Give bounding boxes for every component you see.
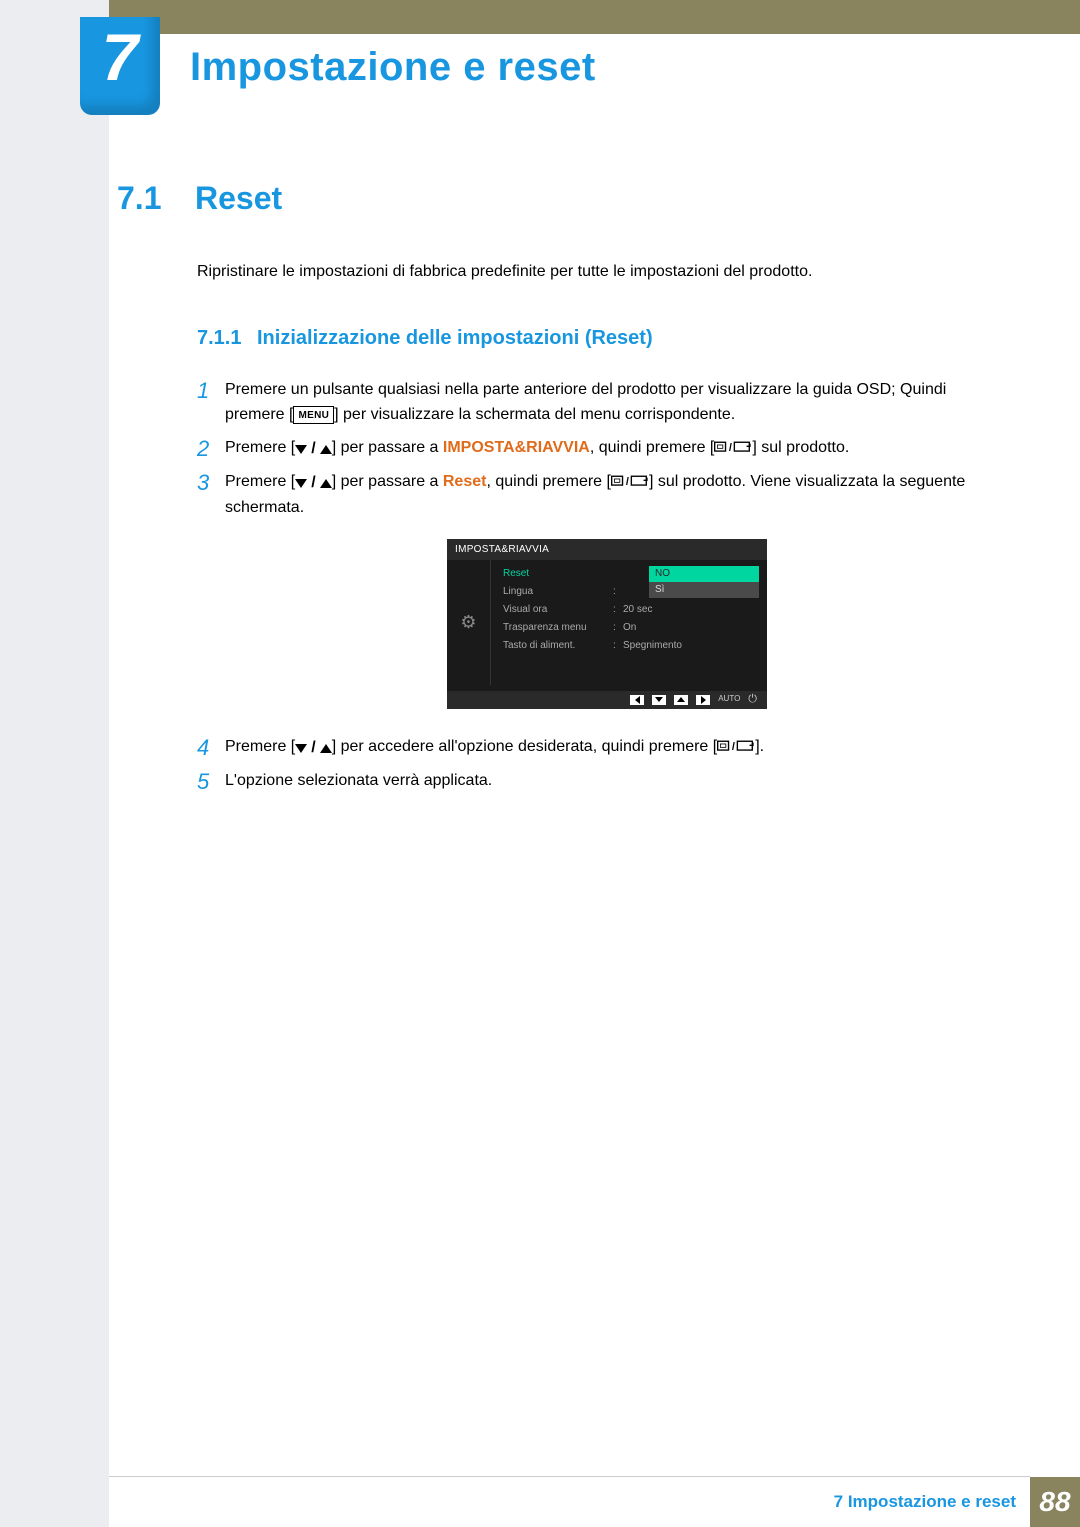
down-up-arrow-icon: / — [295, 471, 331, 496]
highlight-reset: Reset — [443, 473, 487, 490]
nav-left-icon — [630, 695, 644, 705]
step-text: ]. — [755, 738, 764, 755]
step-number: 2 — [197, 436, 225, 462]
section-number: 7.1 — [117, 180, 195, 217]
subsection-title: Inizializzazione delle impostazioni (Res… — [257, 327, 653, 349]
osd-value: Spegnimento — [623, 638, 757, 654]
step-number: 3 — [197, 470, 225, 727]
step-text: ] per passare a — [332, 439, 443, 456]
step-1: 1 Premere un pulsante qualsiasi nella pa… — [197, 378, 989, 428]
intro-text: Ripristinare le impostazioni di fabbrica… — [197, 263, 989, 281]
step-text: ] per accedere all'opzione desiderata, q… — [332, 738, 718, 755]
nav-down-icon — [652, 695, 666, 705]
step-text: ] sul prodotto. — [752, 439, 849, 456]
osd-option-popup: NO Sì — [649, 566, 759, 598]
osd-label: Tasto di aliment. — [503, 638, 613, 654]
footer-text: 7 Impostazione e reset — [109, 1477, 1030, 1527]
svg-text:/: / — [626, 476, 629, 488]
power-icon: ⏻ — [748, 691, 757, 708]
osd-label: Trasparenza menu — [503, 620, 613, 636]
steps-list: 1 Premere un pulsante qualsiasi nella pa… — [197, 378, 989, 795]
step-text: , quindi premere [ — [486, 473, 611, 490]
step-text: Premere [ — [225, 738, 295, 755]
step-text: Premere [ — [225, 473, 295, 490]
osd-row: Visual ora:20 sec — [503, 601, 757, 619]
osd-row: Tasto di aliment.:Spegnimento — [503, 637, 757, 655]
enter-source-icon: / — [717, 739, 755, 753]
down-up-arrow-icon: / — [295, 736, 331, 761]
step-body: Premere [/] per passare a IMPOSTA&RIAVVI… — [225, 436, 989, 462]
content-area: 7.1Reset Ripristinare le impostazioni di… — [109, 180, 989, 803]
section-title: Reset — [195, 180, 282, 216]
chapter-title: Impostazione e reset — [190, 45, 596, 90]
svg-text:/: / — [732, 741, 735, 753]
osd-screenshot: IMPOSTA&RIAVVIA ⚙ Reset Lingua: Visual o… — [447, 539, 767, 709]
highlight-imposta: IMPOSTA&RIAVVIA — [443, 439, 590, 456]
osd-label: Reset — [503, 566, 613, 582]
step-number: 1 — [197, 378, 225, 428]
gear-icon: ⚙ — [460, 609, 476, 637]
osd-title: IMPOSTA&RIAVVIA — [447, 539, 767, 561]
step-text: Premere [ — [225, 439, 295, 456]
step-text: , quindi premere [ — [590, 439, 715, 456]
osd-label: Lingua — [503, 584, 613, 600]
enter-source-icon: / — [714, 440, 752, 454]
osd-menu: Reset Lingua: Visual ora:20 sec Traspare… — [491, 560, 767, 685]
osd-value: 20 sec — [623, 602, 757, 618]
chapter-number-badge: 7 — [80, 17, 160, 115]
auto-label: AUTO — [718, 693, 740, 705]
step-text: ] per visualizzare la schermata del menu… — [334, 406, 735, 423]
down-up-arrow-icon: / — [295, 437, 331, 462]
step-text: ] per passare a — [332, 473, 443, 490]
osd-side-icon: ⚙ — [447, 560, 491, 685]
nav-up-icon — [674, 695, 688, 705]
step-3: 3 Premere [/] per passare a Reset, quind… — [197, 470, 989, 727]
svg-text:/: / — [729, 442, 732, 454]
page-footer: 7 Impostazione e reset 88 — [109, 1477, 1080, 1527]
step-4: 4 Premere [/] per accedere all'opzione d… — [197, 735, 989, 761]
step-body: L'opzione selezionata verrà applicata. — [225, 769, 989, 795]
top-bar — [109, 0, 1080, 34]
osd-row: Trasparenza menu:On — [503, 619, 757, 637]
osd-footer: AUTO ⏻ — [447, 691, 767, 709]
subsection-number: 7.1.1 — [197, 327, 257, 350]
step-2: 2 Premere [/] per passare a IMPOSTA&RIAV… — [197, 436, 989, 462]
osd-option-si: Sì — [649, 582, 759, 598]
step-body: Premere [/] per accedere all'opzione des… — [225, 735, 989, 761]
step-body: Premere [/] per passare a Reset, quindi … — [225, 470, 989, 727]
step-number: 4 — [197, 735, 225, 761]
page-number: 88 — [1030, 1477, 1080, 1527]
step-body: Premere un pulsante qualsiasi nella part… — [225, 378, 989, 428]
nav-right-icon — [696, 695, 710, 705]
osd-option-no: NO — [649, 566, 759, 582]
menu-button-icon: MENU — [293, 406, 334, 425]
subsection-heading: 7.1.1Inizializzazione delle impostazioni… — [197, 327, 989, 350]
osd-value: On — [623, 620, 757, 636]
section-heading: 7.1Reset — [117, 180, 989, 217]
step-number: 5 — [197, 769, 225, 795]
left-sidebar — [0, 0, 109, 1527]
step-5: 5 L'opzione selezionata verrà applicata. — [197, 769, 989, 795]
enter-source-icon: / — [611, 474, 649, 488]
osd-label: Visual ora — [503, 602, 613, 618]
